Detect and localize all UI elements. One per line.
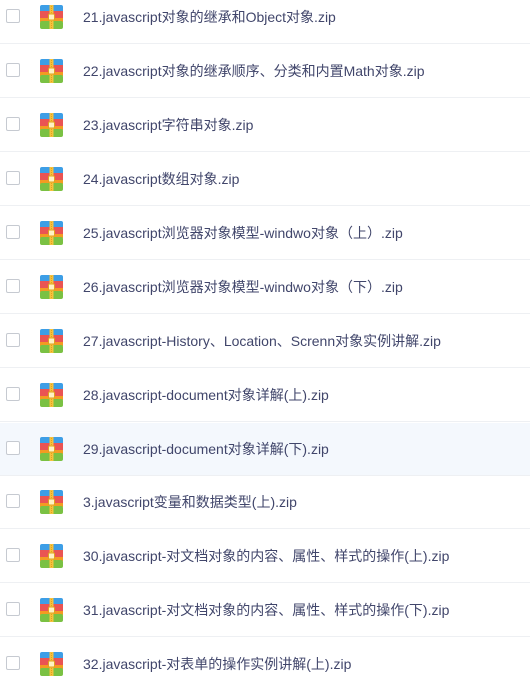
file-name[interactable]: 3.javascript变量和数据类型(上).zip <box>83 476 297 529</box>
file-name[interactable]: 28.javascript-document对象详解(上).zip <box>83 369 329 422</box>
row-checkbox[interactable] <box>6 63 20 77</box>
zip-archive-icon <box>40 221 63 245</box>
file-row-1[interactable]: 21.javascript对象的继承和Object对象.zip <box>0 0 530 44</box>
file-row-9[interactable]: 29.javascript-document对象详解(下).zip <box>0 423 530 476</box>
row-checkbox[interactable] <box>6 548 20 562</box>
zip-archive-icon <box>40 59 63 83</box>
row-checkbox[interactable] <box>6 117 20 131</box>
zip-archive-icon <box>40 329 63 353</box>
row-checkbox[interactable] <box>6 9 20 23</box>
row-checkbox[interactable] <box>6 387 20 401</box>
row-checkbox[interactable] <box>6 656 20 670</box>
row-checkbox[interactable] <box>6 602 20 616</box>
file-row-12[interactable]: 31.javascript-对文档对象的内容、属性、样式的操作(下).zip <box>0 584 530 637</box>
zip-archive-icon <box>40 598 63 622</box>
file-row-2[interactable]: 22.javascript对象的继承顺序、分类和内置Math对象.zip <box>0 45 530 98</box>
file-name[interactable]: 29.javascript-document对象详解(下).zip <box>83 423 329 476</box>
file-name[interactable]: 25.javascript浏览器对象模型-windwo对象（上）.zip <box>83 207 403 260</box>
file-name[interactable]: 27.javascript-History、Location、Screnn对象实… <box>83 315 441 368</box>
row-checkbox[interactable] <box>6 225 20 239</box>
file-name[interactable]: 23.javascript字符串对象.zip <box>83 99 253 152</box>
file-row-5[interactable]: 25.javascript浏览器对象模型-windwo对象（上）.zip <box>0 207 530 260</box>
file-name[interactable]: 30.javascript-对文档对象的内容、属性、样式的操作(上).zip <box>83 530 449 583</box>
zip-archive-icon <box>40 113 63 137</box>
zip-archive-icon <box>40 652 63 676</box>
zip-archive-icon <box>40 383 63 407</box>
file-name[interactable]: 22.javascript对象的继承顺序、分类和内置Math对象.zip <box>83 45 425 98</box>
zip-archive-icon <box>40 5 63 29</box>
zip-archive-icon <box>40 490 63 514</box>
zip-archive-icon <box>40 437 63 461</box>
file-row-6[interactable]: 26.javascript浏览器对象模型-windwo对象（下）.zip <box>0 261 530 314</box>
zip-archive-icon <box>40 275 63 299</box>
file-row-11[interactable]: 30.javascript-对文档对象的内容、属性、样式的操作(上).zip <box>0 530 530 583</box>
file-row-13[interactable]: 32.javascript-对表单的操作实例讲解(上).zip <box>0 638 530 690</box>
zip-archive-icon <box>40 167 63 191</box>
file-row-8[interactable]: 28.javascript-document对象详解(上).zip <box>0 369 530 422</box>
row-checkbox[interactable] <box>6 171 20 185</box>
row-checkbox[interactable] <box>6 441 20 455</box>
file-row-4[interactable]: 24.javascript数组对象.zip <box>0 153 530 206</box>
file-name[interactable]: 31.javascript-对文档对象的内容、属性、样式的操作(下).zip <box>83 584 449 637</box>
row-checkbox[interactable] <box>6 333 20 347</box>
file-name[interactable]: 21.javascript对象的继承和Object对象.zip <box>83 0 336 44</box>
file-row-3[interactable]: 23.javascript字符串对象.zip <box>0 99 530 152</box>
file-name[interactable]: 24.javascript数组对象.zip <box>83 153 239 206</box>
file-name[interactable]: 26.javascript浏览器对象模型-windwo对象（下）.zip <box>83 261 403 314</box>
file-row-7[interactable]: 27.javascript-History、Location、Screnn对象实… <box>0 315 530 368</box>
row-checkbox[interactable] <box>6 494 20 508</box>
zip-archive-icon <box>40 544 63 568</box>
file-name[interactable]: 32.javascript-对表单的操作实例讲解(上).zip <box>83 638 351 690</box>
file-row-10[interactable]: 3.javascript变量和数据类型(上).zip <box>0 476 530 529</box>
file-list: 21.javascript对象的继承和Object对象.zip 22.javas… <box>0 0 530 690</box>
row-checkbox[interactable] <box>6 279 20 293</box>
